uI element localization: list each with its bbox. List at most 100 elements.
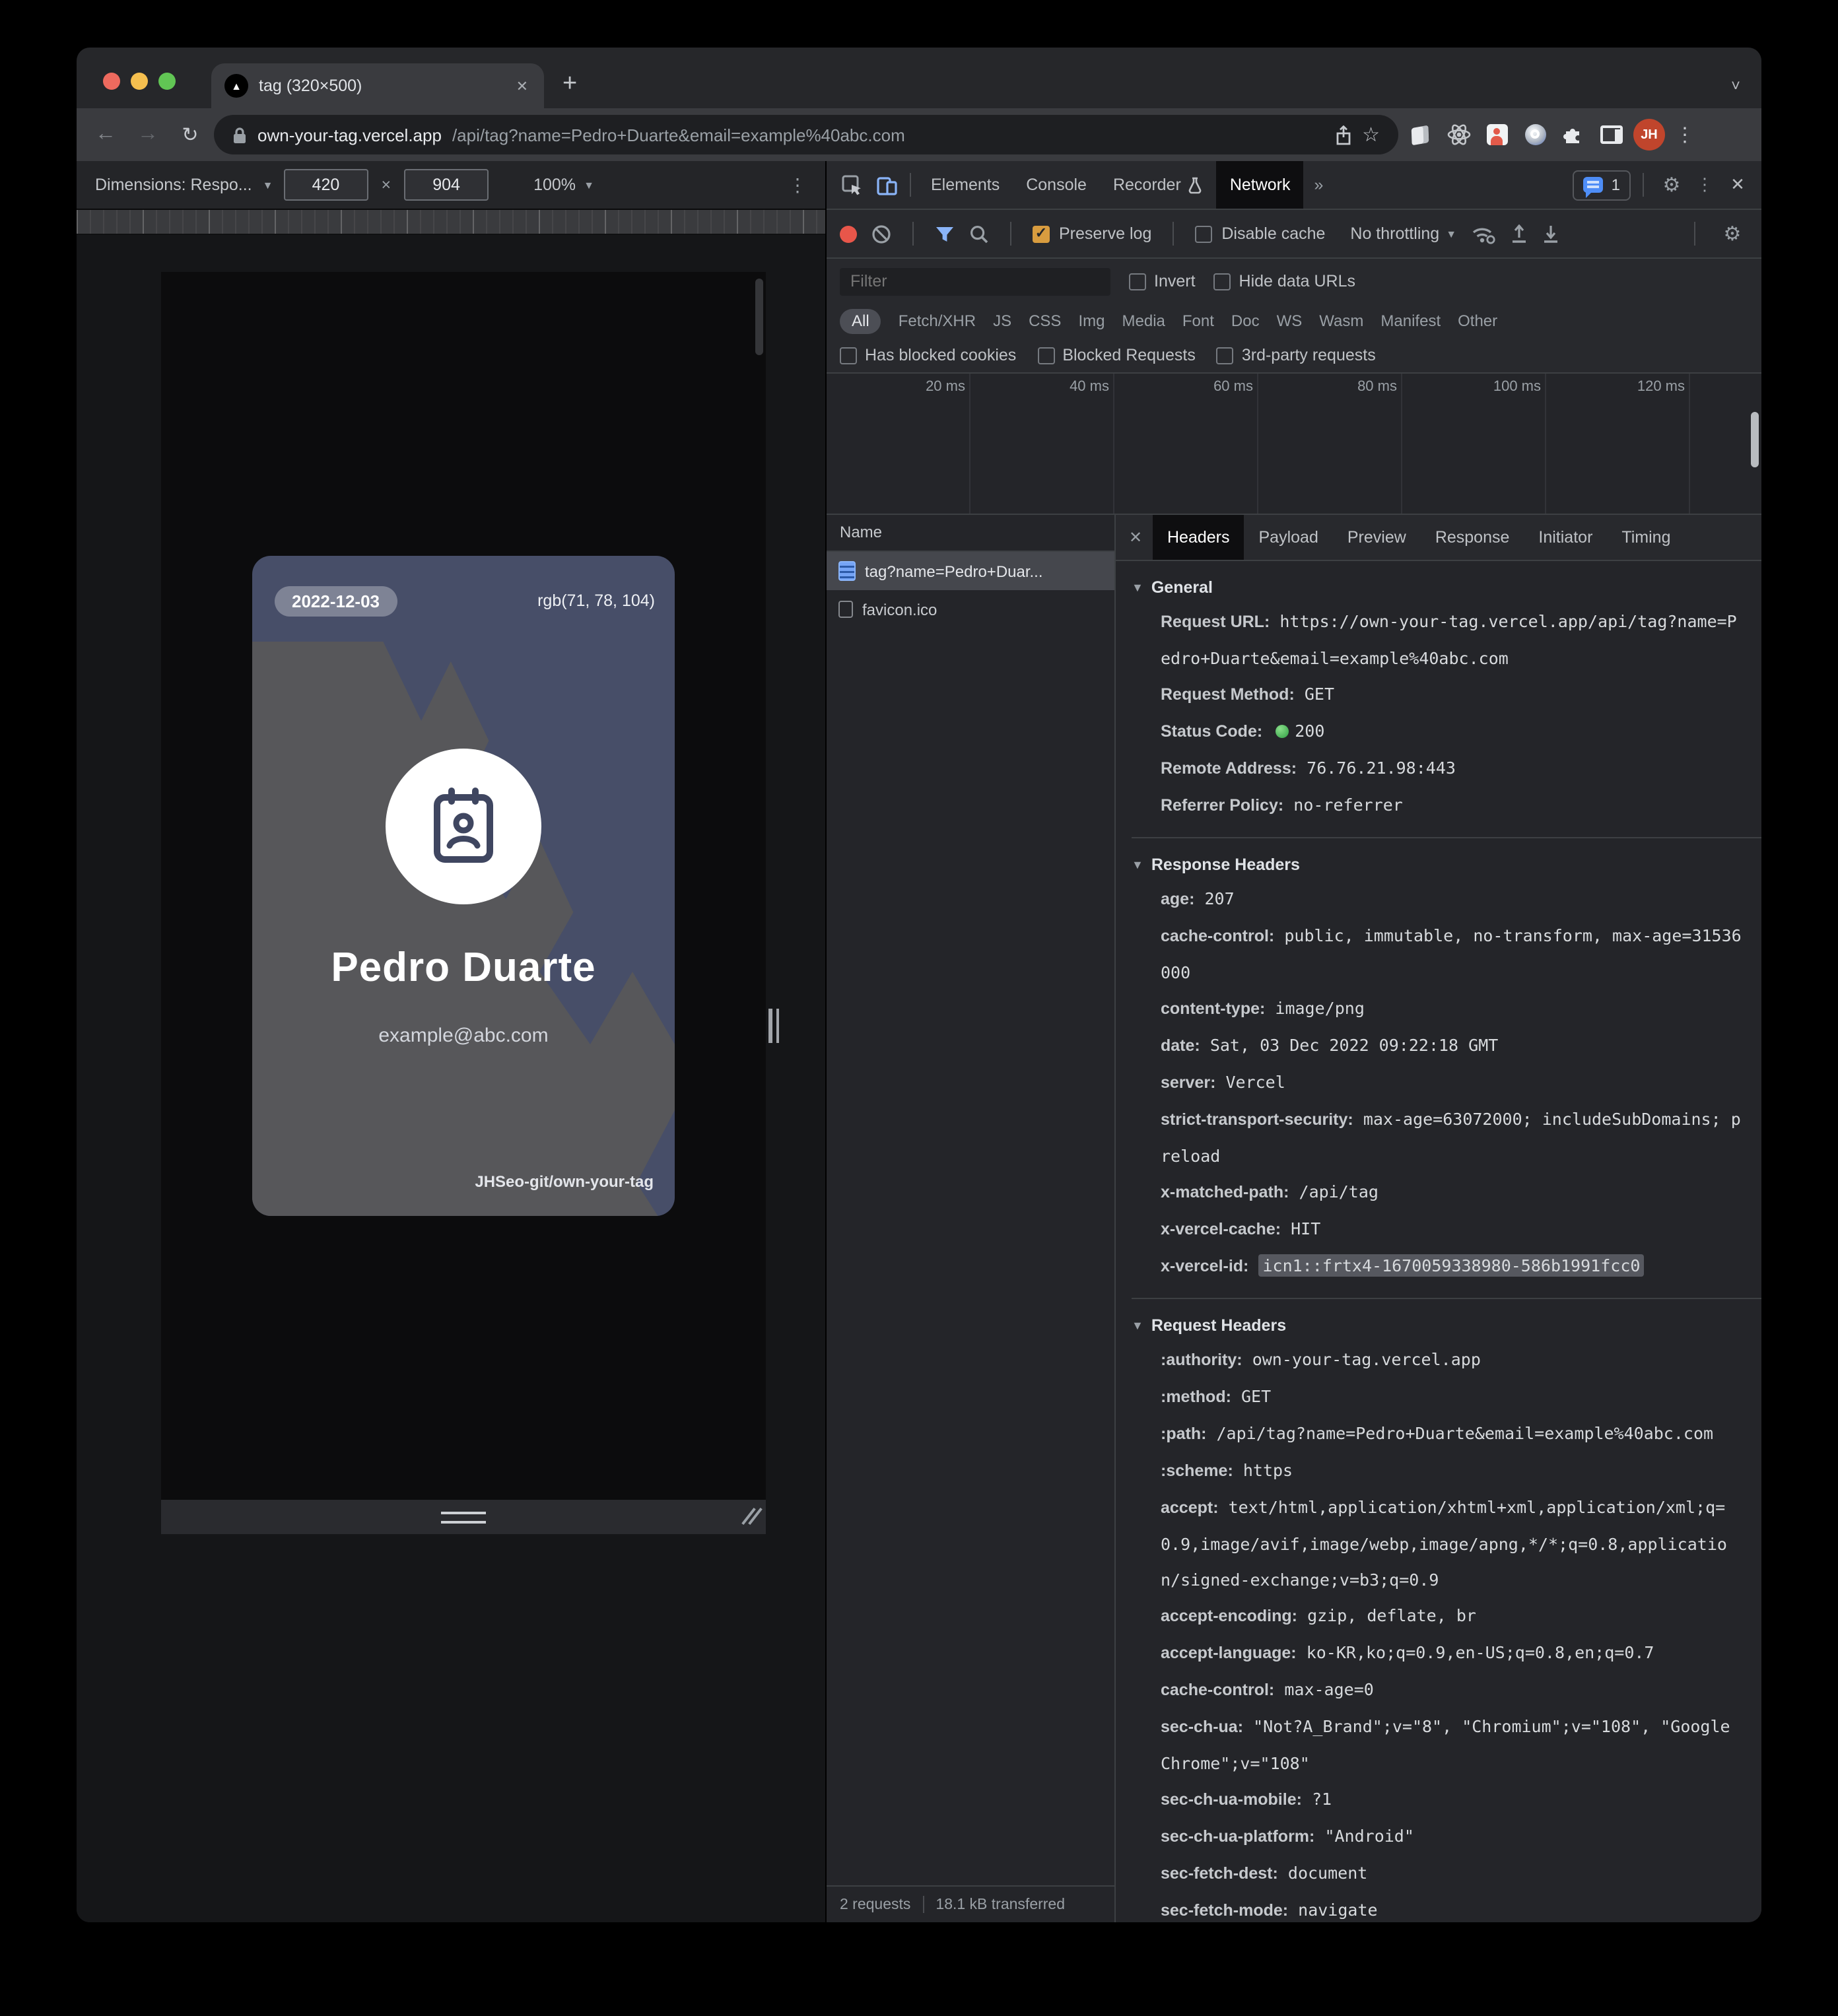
header-key: age: [1161,890,1195,908]
general-section-header[interactable]: ▼ General [1132,572,1743,603]
header-value: own-your-tag.vercel.app [1252,1349,1481,1369]
browser-tab[interactable]: ▲ tag (320×500) ✕ [211,63,544,108]
request-row[interactable]: tag?name=Pedro+Duar... [827,552,1114,590]
share-icon[interactable] [1334,125,1351,145]
option-checkbox-group[interactable]: Has blocked cookies [840,346,1016,364]
more-tabs-icon[interactable]: » [1304,176,1334,194]
address-bar[interactable]: own-your-tag.vercel.app /api/tag?name=Pe… [214,115,1398,154]
option-checkbox-group[interactable]: Blocked Requests [1037,346,1196,364]
extensions-puzzle-icon[interactable] [1557,119,1590,151]
viewport-height-drag-handle[interactable] [441,1511,486,1523]
resource-type-pill[interactable]: Doc [1231,312,1260,330]
hide-data-urls-label[interactable]: Hide data URLs [1239,272,1356,290]
devtools-menu-icon[interactable]: ⋮ [1693,174,1717,195]
extension-person-icon[interactable] [1480,119,1513,151]
resource-type-pill[interactable]: Fetch/XHR [899,312,976,330]
tab-elements[interactable]: Elements [918,161,1013,209]
resource-type-pill[interactable]: Img [1078,312,1105,330]
invert-label[interactable]: Invert [1154,272,1196,290]
zoom-select[interactable]: 100% [533,176,576,194]
clear-network-log-icon[interactable] [871,224,891,244]
back-button[interactable]: ← [87,123,124,147]
new-tab-button[interactable]: + [562,70,577,99]
export-har-icon[interactable] [1542,224,1559,244]
detail-tab[interactable]: Timing [1607,515,1685,560]
close-detail-icon[interactable]: ✕ [1118,528,1153,547]
resource-type-pill[interactable]: Media [1122,312,1165,330]
tab-console[interactable]: Console [1013,161,1100,209]
resource-type-pill[interactable]: Manifest [1380,312,1441,330]
option-checkbox[interactable] [840,347,857,364]
page-viewport[interactable]: 2022-12-03 rgb(71, 78, 104) Pedro Duarte… [161,272,766,1500]
request-rows: tag?name=Pedro+Duar... favicon.ico [827,552,1114,628]
record-network-log-button[interactable] [840,225,857,242]
option-checkbox[interactable] [1216,347,1234,364]
detail-tab[interactable]: Initiator [1524,515,1607,560]
headers-content[interactable]: ▼ General Request URL: https://own-your-… [1116,561,1761,1922]
filter-input[interactable] [840,267,1110,295]
detail-tab[interactable]: Payload [1244,515,1333,560]
resource-type-pill[interactable]: Other [1458,312,1497,330]
extension-map-icon[interactable] [1404,119,1437,151]
bookmark-star-icon[interactable]: ☆ [1362,123,1380,147]
resource-type-pill[interactable]: All [840,308,881,333]
viewport-width-drag-handle[interactable] [768,1009,779,1043]
detail-tab[interactable]: Headers [1153,515,1244,560]
device-toolbar-menu-icon[interactable]: ⋮ [788,174,807,196]
inspect-element-icon[interactable] [834,168,869,202]
hide-data-urls-checkbox[interactable] [1213,273,1231,290]
resource-type-pill[interactable]: Wasm [1319,312,1363,330]
name-column-header[interactable]: Name [827,515,1114,552]
preserve-log-label[interactable]: Preserve log [1059,224,1151,243]
tab-network[interactable]: Network [1216,161,1304,209]
viewport-width-input[interactable] [283,169,368,201]
request-headers-header[interactable]: ▼ Request Headers [1132,1310,1743,1341]
search-icon[interactable] [969,224,989,244]
close-window-button[interactable] [103,73,120,90]
tab-recorder[interactable]: Recorder [1100,161,1217,209]
devtools-settings-icon[interactable]: ⚙ [1656,173,1687,197]
resource-type-pill[interactable]: JS [993,312,1011,330]
resource-type-pill[interactable]: WS [1277,312,1303,330]
detail-tab[interactable]: Response [1421,515,1524,560]
filter-toggle-icon[interactable] [935,225,955,242]
zoom-window-button[interactable] [158,73,176,90]
detail-tab[interactable]: Preview [1333,515,1421,560]
import-har-icon[interactable] [1511,224,1528,244]
viewport-height-input[interactable] [404,169,489,201]
resource-type-pill[interactable]: CSS [1029,312,1061,330]
device-toolbar-toggle-icon[interactable] [869,168,903,202]
extension-sphere-icon[interactable] [1518,119,1551,151]
extension-react-devtools-icon[interactable] [1442,119,1475,151]
forward-button[interactable]: → [129,123,166,147]
tab-title: tag (320×500) [259,77,362,95]
dimensions-select[interactable]: Dimensions: Respo... [95,176,252,194]
network-overview-timeline[interactable]: 20 ms 40 ms 60 ms 80 ms 100 ms 120 ms [827,374,1761,515]
reload-button[interactable]: ↻ [172,123,209,147]
minimize-window-button[interactable] [131,73,148,90]
browser-menu-icon[interactable]: ⋮ [1670,123,1699,147]
devtools-close-icon[interactable]: ✕ [1722,174,1753,195]
disable-cache-checkbox[interactable] [1195,225,1213,242]
response-headers-header[interactable]: ▼ Response Headers [1132,849,1743,881]
preserve-log-checkbox[interactable]: ✓ [1033,225,1050,242]
header-value: document [1287,1863,1368,1883]
tab-search-chevron-icon[interactable]: ˅ [1731,77,1740,95]
profile-avatar[interactable]: JH [1633,119,1665,151]
viewport-corner-resize-handle[interactable] [741,1506,763,1526]
network-conditions-icon[interactable] [1471,224,1496,244]
invert-checkbox[interactable] [1129,273,1146,290]
throttling-select[interactable]: No throttling ▼ [1350,224,1456,243]
option-checkbox-group[interactable]: 3rd-party requests [1216,346,1376,364]
devtools-scrollbar-thumb[interactable] [1751,412,1759,467]
disable-cache-label[interactable]: Disable cache [1221,224,1325,243]
resource-type-pill[interactable]: Font [1182,312,1214,330]
network-settings-icon[interactable]: ⚙ [1717,222,1748,246]
page-scrollbar-thumb[interactable] [755,279,763,355]
side-panel-icon[interactable] [1595,119,1628,151]
issues-counter[interactable]: 1 [1573,170,1631,200]
request-doc-icon [838,601,853,618]
tab-close-icon[interactable]: ✕ [514,77,531,94]
option-checkbox[interactable] [1037,347,1055,364]
request-row[interactable]: favicon.ico [827,590,1114,628]
